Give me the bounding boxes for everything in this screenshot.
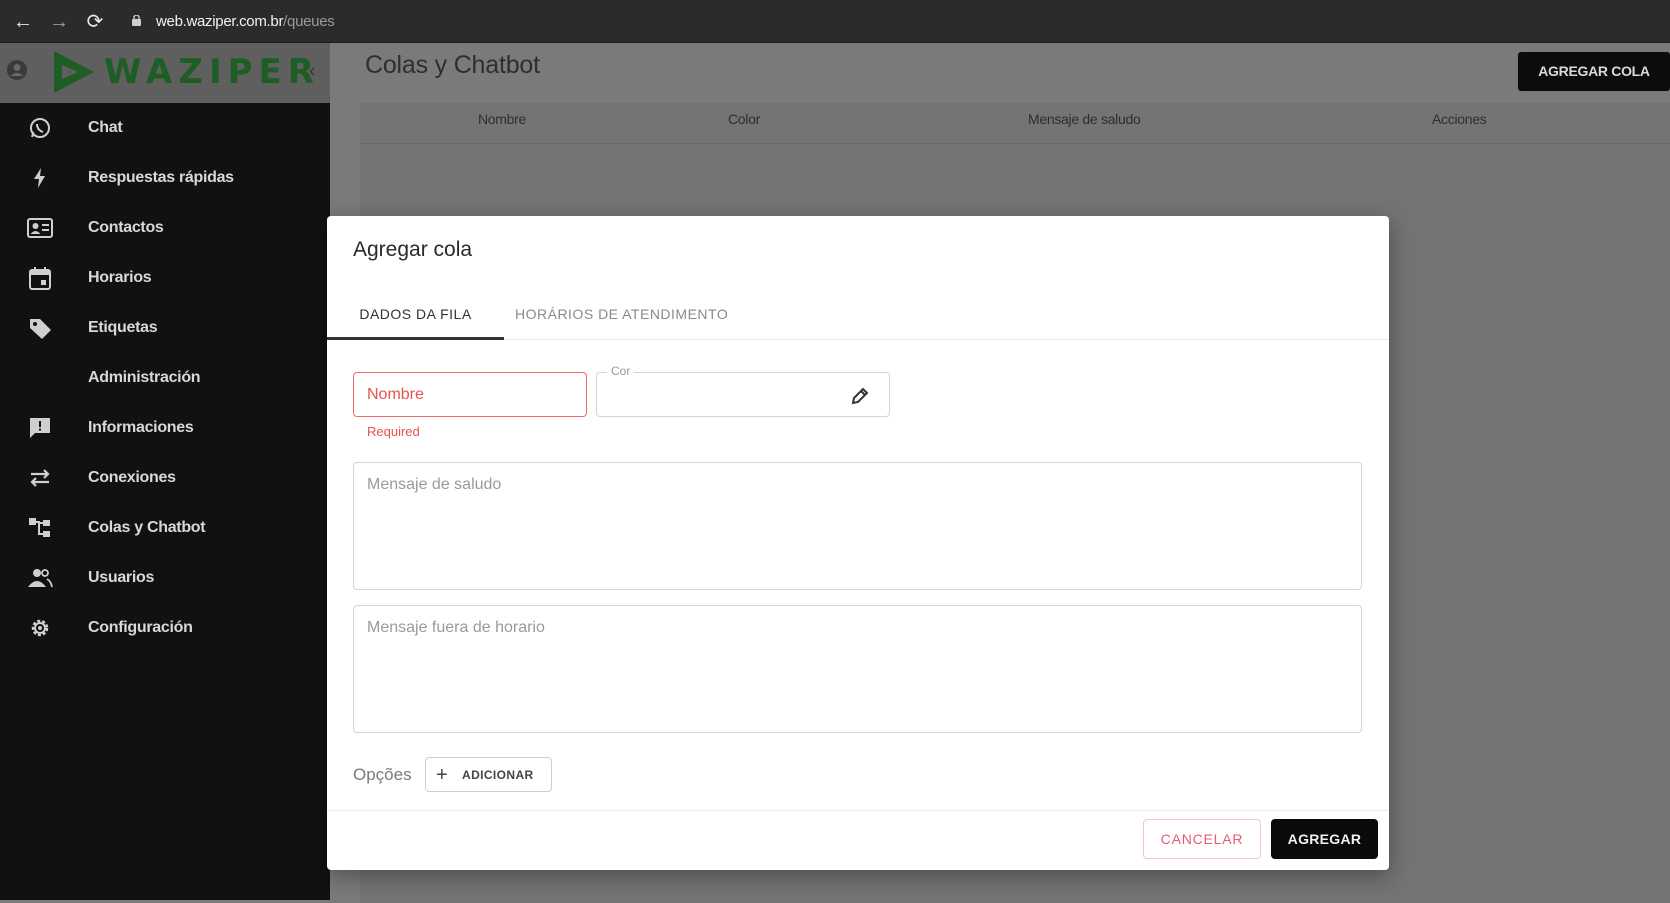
sidebar-item-label: Conexiones xyxy=(88,469,176,486)
sidebar-item-connections[interactable]: Conexiones xyxy=(0,453,330,503)
sidebar-item-tags[interactable]: Etiquetas xyxy=(0,303,330,353)
swap-arrows-icon xyxy=(27,465,53,491)
back-arrow-icon[interactable]: ← xyxy=(10,9,36,35)
tree-icon xyxy=(27,515,53,541)
whatsapp-icon xyxy=(27,115,53,141)
sidebar-item-label: Chat xyxy=(88,119,123,136)
dialog-tabs: DADOS DA FILA HORÁRIOS DE ATENDIMENTO xyxy=(327,288,1389,340)
sidebar-item-contacts[interactable]: Contactos xyxy=(0,203,330,253)
out-of-hours-message-field[interactable]: Mensaje fuera de horario xyxy=(353,605,1362,733)
add-option-button[interactable]: + ADICIONAR xyxy=(425,757,552,792)
sidebar-item-quick-replies[interactable]: Respuestas rápidas xyxy=(0,153,330,203)
sidebar-item-label: Horarios xyxy=(88,269,152,286)
reload-icon[interactable]: ⟳ xyxy=(82,9,108,35)
dialog-footer-divider xyxy=(327,810,1389,811)
address-bar[interactable]: web.waziper.com.br/queues xyxy=(156,11,335,33)
sidebar-item-label: Informaciones xyxy=(88,419,194,436)
forward-arrow-icon[interactable]: → xyxy=(46,9,72,35)
greeting-placeholder: Mensaje de saludo xyxy=(367,476,502,493)
sidebar-item-administration[interactable]: Administración xyxy=(0,353,330,403)
waziper-logo: WAZIPER xyxy=(50,47,320,97)
url-path: /queues xyxy=(283,13,335,30)
sidebar-item-announcements[interactable]: Informaciones xyxy=(0,403,330,453)
chevron-left-icon[interactable]: ‹ xyxy=(309,61,323,81)
options-label: Opções xyxy=(353,765,412,784)
people-icon xyxy=(27,565,53,591)
logo-text: WAZIPER xyxy=(104,52,320,92)
sidebar-item-label: Etiquetas xyxy=(88,319,158,336)
out-of-hours-placeholder: Mensaje fuera de horario xyxy=(367,619,545,636)
sidebar-item-label: Colas y Chatbot xyxy=(88,519,206,536)
contact-card-icon xyxy=(27,215,53,241)
name-required-helper: Required xyxy=(367,424,420,439)
name-field[interactable]: Nombre xyxy=(353,372,587,417)
sidebar-item-users[interactable]: Usuarios xyxy=(0,553,330,603)
sidebar-item-label: Administración xyxy=(88,369,201,386)
lock-icon xyxy=(132,15,141,26)
gear-icon xyxy=(27,615,53,641)
table-header-greeting: Mensaje de saludo xyxy=(1028,111,1141,127)
name-placeholder: Nombre xyxy=(367,386,424,403)
color-field[interactable]: Cor xyxy=(596,364,890,417)
page-title: Colas y Chatbot xyxy=(365,51,540,79)
lightning-icon xyxy=(27,165,53,191)
greeting-message-field[interactable]: Mensaje de saludo xyxy=(353,462,1362,590)
color-field-label: Cor xyxy=(607,364,635,378)
pencil-icon[interactable] xyxy=(849,385,871,407)
add-queue-button[interactable]: AGREGAR COLA xyxy=(1518,52,1670,91)
add-queue-dialog: Agregar cola DADOS DA FILA HORÁRIOS DE A… xyxy=(327,216,1389,870)
calendar-icon xyxy=(27,265,53,291)
add-option-label: ADICIONAR xyxy=(462,768,534,782)
table-header-name: Nombre xyxy=(478,111,526,127)
plus-icon: + xyxy=(436,764,448,786)
sidebar-item-label: Configuración xyxy=(88,619,193,636)
table-header-divider xyxy=(360,143,1670,144)
tag-icon xyxy=(27,315,53,341)
logo-play-icon xyxy=(54,51,94,93)
cancel-button[interactable]: CANCELAR xyxy=(1143,819,1261,859)
tab-queue-data[interactable]: DADOS DA FILA xyxy=(327,288,504,340)
tab-service-hours[interactable]: HORÁRIOS DE ATENDIMENTO xyxy=(515,288,728,340)
sidebar-item-label: Contactos xyxy=(88,219,164,236)
dialog-title: Agregar cola xyxy=(353,238,473,261)
announcement-icon xyxy=(27,415,53,441)
sidebar-item-chat[interactable]: Chat xyxy=(0,103,330,153)
sidebar-item-settings[interactable]: Configuración xyxy=(0,603,330,653)
browser-toolbar: ← → ⟳ web.waziper.com.br/queues xyxy=(0,0,1670,43)
sidebar-header: WAZIPER ‹ xyxy=(0,43,330,103)
sidebar-item-queues-chatbot[interactable]: Colas y Chatbot xyxy=(0,503,330,553)
add-button[interactable]: AGREGAR xyxy=(1271,819,1378,859)
table-header-color: Color xyxy=(728,111,760,127)
account-icon[interactable] xyxy=(6,59,28,81)
url-host: web.waziper.com.br xyxy=(156,13,284,30)
table-header-actions: Acciones xyxy=(1432,111,1487,127)
sidebar-item-label: Respuestas rápidas xyxy=(88,169,234,186)
active-tab-indicator xyxy=(327,337,504,340)
sidebar-item-schedules[interactable]: Horarios xyxy=(0,253,330,303)
sidebar: WAZIPER ‹ Chat Respuestas rápidas Contac… xyxy=(0,43,330,900)
sidebar-item-label: Usuarios xyxy=(88,569,155,586)
